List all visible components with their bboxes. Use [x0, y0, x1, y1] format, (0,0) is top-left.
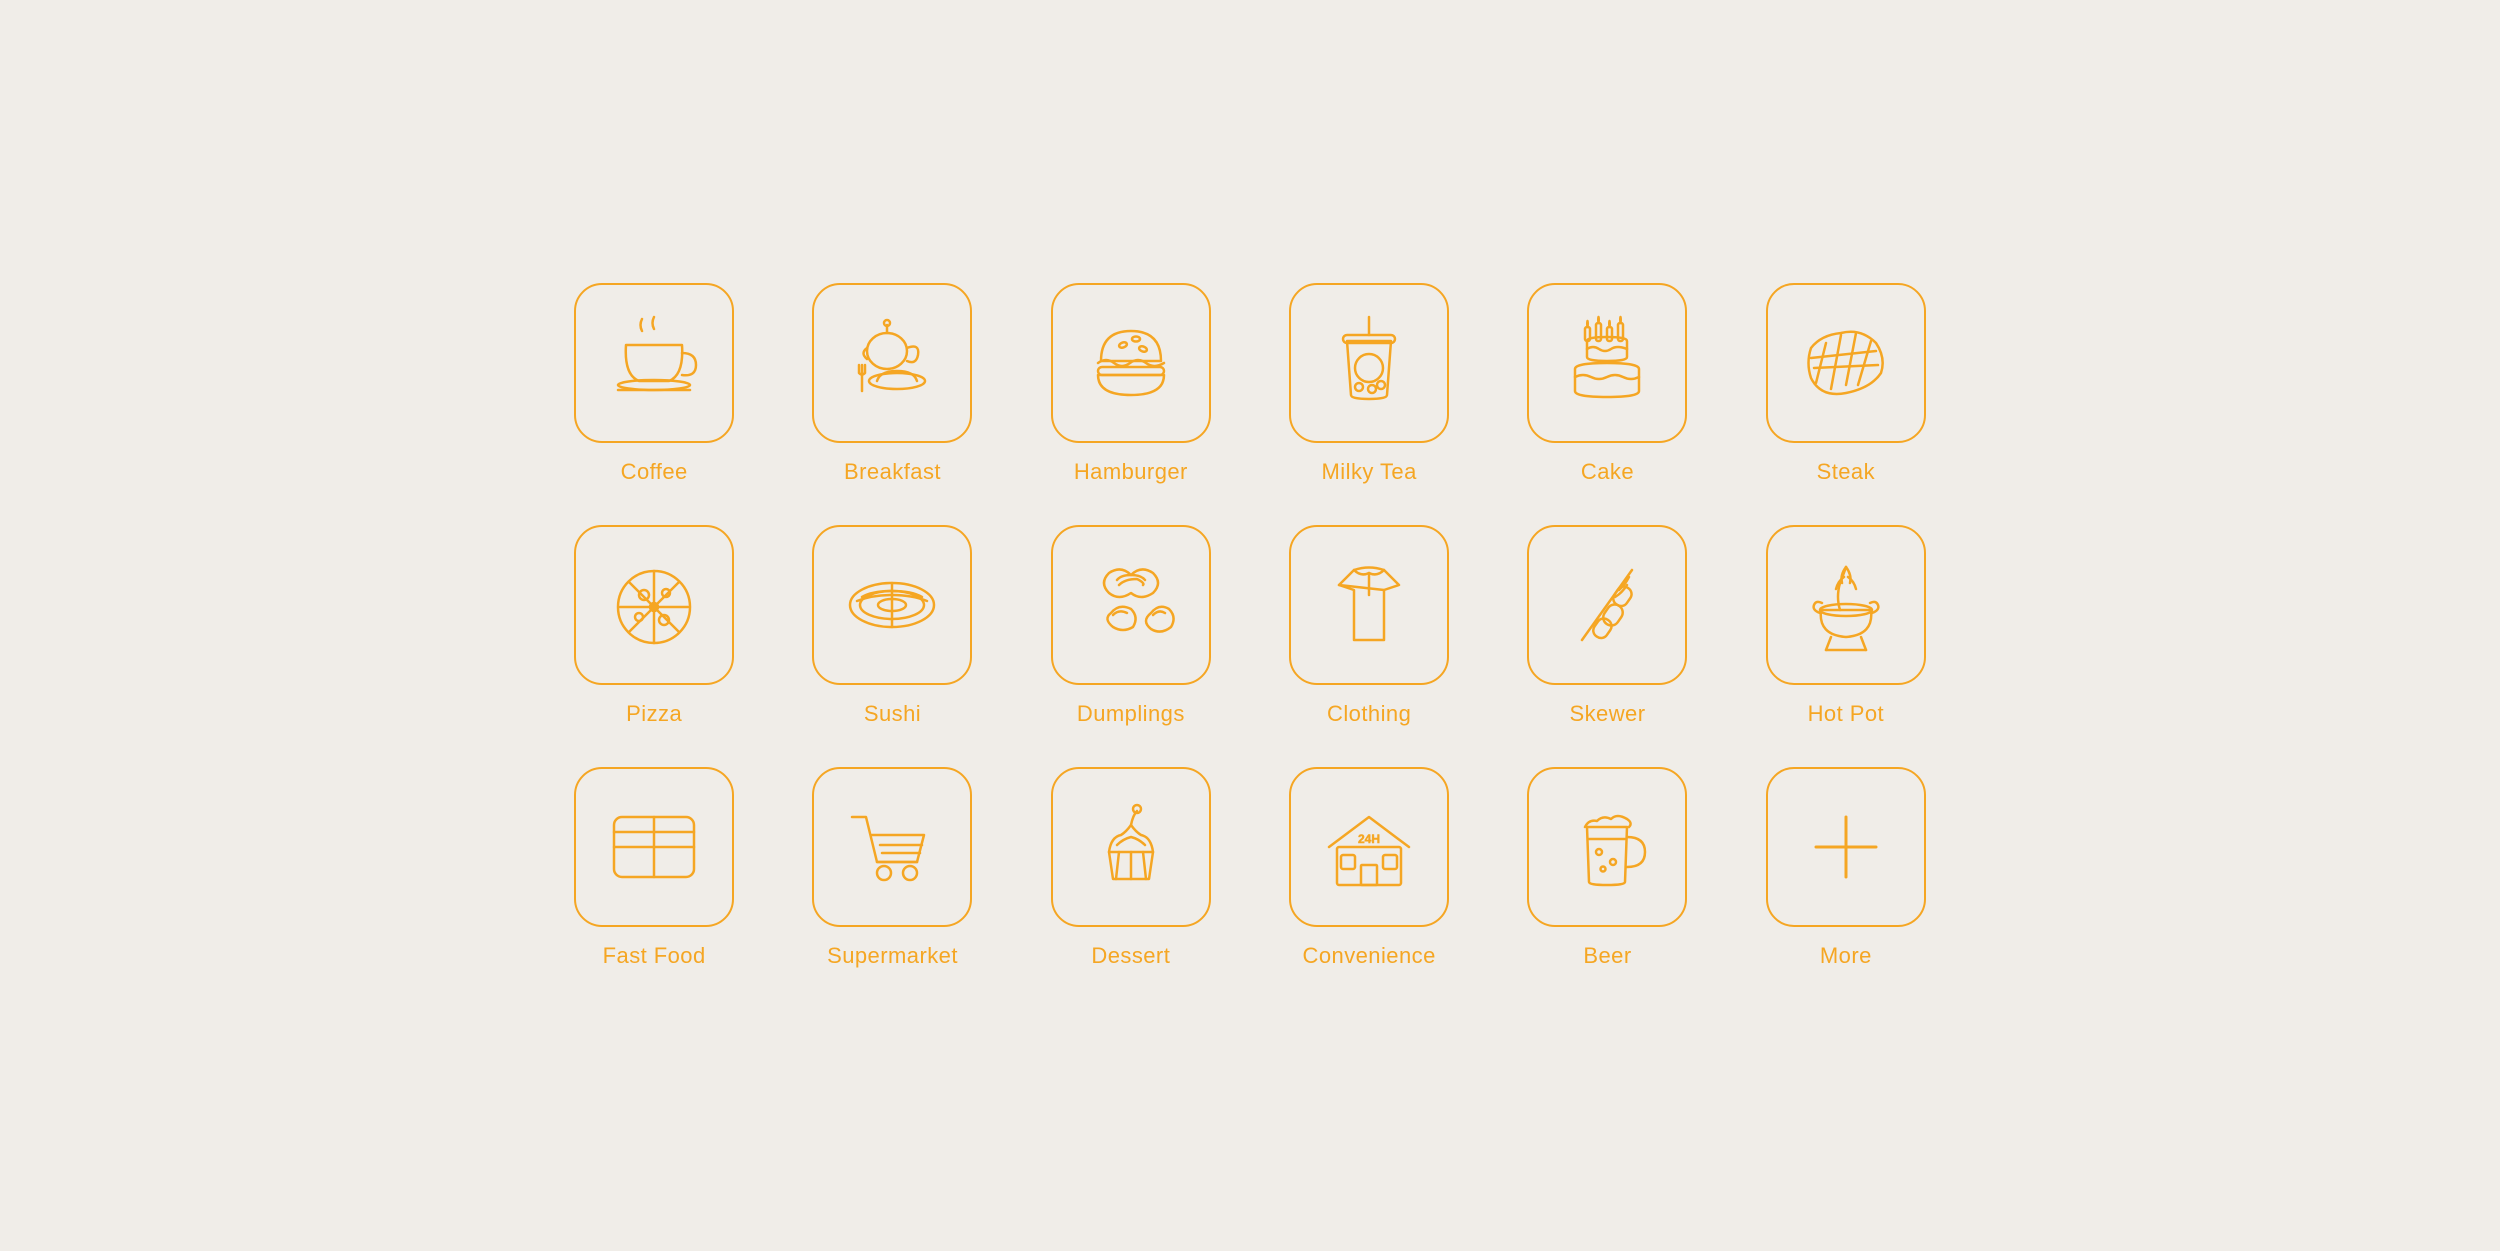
cake-icon [1557, 313, 1657, 413]
cake-label: Cake [1581, 459, 1634, 485]
dumplings-icon-box [1051, 525, 1211, 685]
steak-icon [1796, 313, 1896, 413]
sushi-label: Sushi [864, 701, 921, 727]
dumplings-icon [1081, 555, 1181, 655]
hot-pot-icon [1796, 555, 1896, 655]
steak-label: Steak [1817, 459, 1875, 485]
hot-pot-label: Hot Pot [1808, 701, 1884, 727]
category-item-breakfast[interactable]: Breakfast [788, 283, 996, 485]
beer-icon-box [1527, 767, 1687, 927]
breakfast-label: Breakfast [844, 459, 941, 485]
fast-food-icon [604, 797, 704, 897]
convenience-icon-box: 24H [1289, 767, 1449, 927]
sushi-icon-box [812, 525, 972, 685]
category-item-pizza[interactable]: Pizza [550, 525, 758, 727]
more-icon-box [1766, 767, 1926, 927]
category-item-sushi[interactable]: Sushi [788, 525, 996, 727]
sushi-icon [842, 555, 942, 655]
hamburger-icon [1081, 313, 1181, 413]
skewer-label: Skewer [1569, 701, 1645, 727]
category-item-skewer[interactable]: Skewer [1503, 525, 1711, 727]
more-icon [1796, 797, 1896, 897]
coffee-label: Coffee [621, 459, 688, 485]
pizza-icon-box [574, 525, 734, 685]
category-item-beer[interactable]: Beer [1503, 767, 1711, 969]
hamburger-icon-box [1051, 283, 1211, 443]
svg-text:24H: 24H [1358, 832, 1380, 846]
breakfast-icon-box [812, 283, 972, 443]
category-grid: Coffee Breakfast [550, 283, 1950, 969]
milky-tea-icon [1319, 313, 1419, 413]
dumplings-label: Dumplings [1077, 701, 1185, 727]
convenience-label: Convenience [1303, 943, 1436, 969]
category-item-convenience[interactable]: 24H Convenience [1265, 767, 1473, 969]
category-item-cake[interactable]: Cake [1503, 283, 1711, 485]
category-item-hamburger[interactable]: Hamburger [1027, 283, 1235, 485]
breakfast-icon [842, 313, 942, 413]
steak-icon-box [1766, 283, 1926, 443]
beer-icon [1557, 797, 1657, 897]
more-label: More [1820, 943, 1872, 969]
clothing-icon-box [1289, 525, 1449, 685]
pizza-label: Pizza [626, 701, 682, 727]
category-item-coffee[interactable]: Coffee [550, 283, 758, 485]
pizza-icon [604, 555, 704, 655]
fast-food-icon-box [574, 767, 734, 927]
hot-pot-icon-box [1766, 525, 1926, 685]
cake-icon-box [1527, 283, 1687, 443]
supermarket-icon [842, 797, 942, 897]
category-item-dessert[interactable]: Dessert [1027, 767, 1235, 969]
category-item-more[interactable]: More [1742, 767, 1950, 969]
milky-tea-label: Milky Tea [1322, 459, 1417, 485]
coffee-icon-box [574, 283, 734, 443]
milky-tea-icon-box [1289, 283, 1449, 443]
dessert-icon-box [1051, 767, 1211, 927]
beer-label: Beer [1583, 943, 1631, 969]
coffee-icon [604, 313, 704, 413]
skewer-icon-box [1527, 525, 1687, 685]
category-item-hot-pot[interactable]: Hot Pot [1742, 525, 1950, 727]
skewer-icon [1557, 555, 1657, 655]
category-item-dumplings[interactable]: Dumplings [1027, 525, 1235, 727]
dessert-label: Dessert [1091, 943, 1170, 969]
category-item-milky-tea[interactable]: Milky Tea [1265, 283, 1473, 485]
fast-food-label: Fast Food [603, 943, 706, 969]
category-item-steak[interactable]: Steak [1742, 283, 1950, 485]
category-item-clothing[interactable]: Clothing [1265, 525, 1473, 727]
category-item-supermarket[interactable]: Supermarket [788, 767, 996, 969]
dessert-icon [1081, 797, 1181, 897]
hamburger-label: Hamburger [1074, 459, 1188, 485]
supermarket-label: Supermarket [827, 943, 958, 969]
clothing-label: Clothing [1327, 701, 1411, 727]
supermarket-icon-box [812, 767, 972, 927]
category-item-fast-food[interactable]: Fast Food [550, 767, 758, 969]
clothing-icon [1319, 555, 1419, 655]
convenience-icon: 24H [1319, 797, 1419, 897]
